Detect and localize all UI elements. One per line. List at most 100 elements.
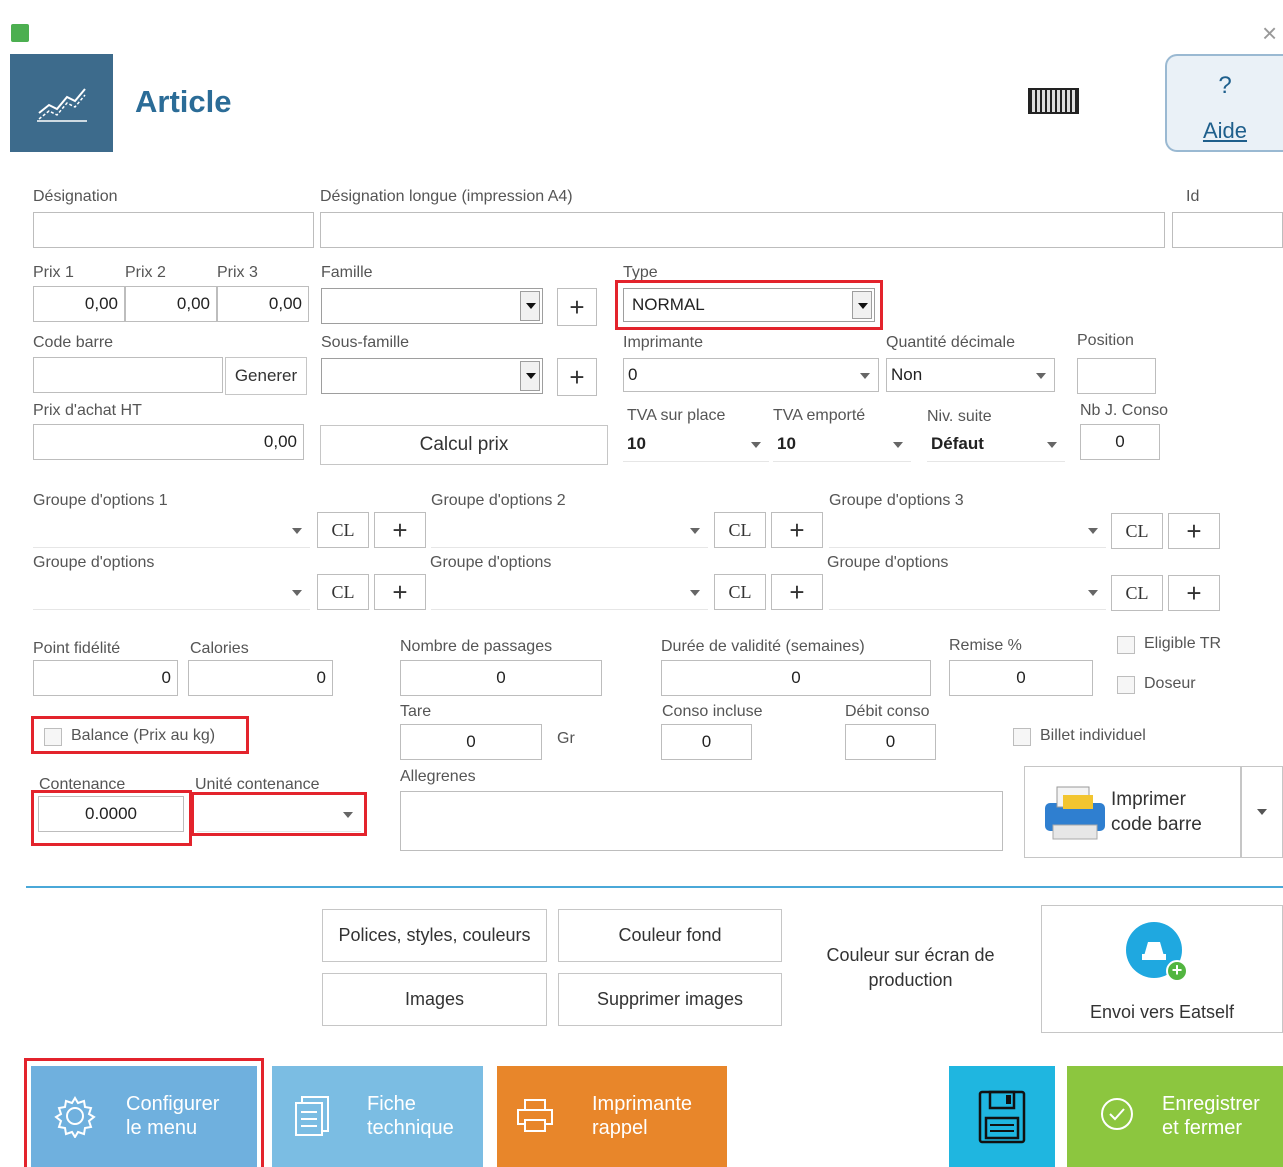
fiche-label-1: Fiche (367, 1093, 416, 1115)
groupe2-add-button[interactable]: + (771, 512, 823, 548)
supprimer-images-button[interactable]: Supprimer images (558, 973, 782, 1026)
help-icon: ? (1218, 72, 1232, 99)
envoi-eatself-button[interactable]: + Envoi vers Eatself (1041, 905, 1283, 1033)
prix3-label: Prix 3 (217, 264, 258, 281)
groupe4-select[interactable] (33, 576, 310, 610)
groupe3-select[interactable] (829, 514, 1106, 548)
couleur-fond-button[interactable]: Couleur fond (558, 909, 782, 962)
images-button[interactable]: Images (322, 973, 547, 1026)
fiche-technique-button[interactable]: Fiche technique (272, 1066, 483, 1167)
groupe5-add-button[interactable]: + (771, 574, 823, 610)
help-button[interactable]: ? Aide (1165, 54, 1283, 152)
close-icon[interactable]: × (1262, 18, 1277, 48)
groupe1-cl-button[interactable]: CL (317, 512, 369, 548)
remise-input[interactable]: 0 (949, 660, 1093, 696)
groupe6-add-button[interactable]: + (1168, 575, 1220, 611)
doseur-checkbox[interactable] (1117, 676, 1135, 694)
article-chart-icon (10, 54, 113, 152)
groupe4-add-button[interactable]: + (374, 574, 426, 610)
groupe3-cl-button[interactable]: CL (1111, 513, 1163, 549)
enregistrer-label-1: Enregistrer (1162, 1093, 1260, 1115)
tva-sur-place-select[interactable]: 10 (623, 428, 769, 462)
prix-achat-input[interactable]: 0,00 (33, 424, 304, 460)
groupe1-add-button[interactable]: + (374, 512, 426, 548)
chevron-down-icon (1047, 442, 1057, 448)
nb-j-conso-input[interactable]: 0 (1080, 424, 1160, 460)
imprimante-rappel-label-1: Imprimante (592, 1093, 693, 1115)
imprimer-code-barre-button[interactable]: Imprimer code barre (1024, 766, 1241, 858)
quantite-decimale-value: Non (891, 365, 923, 384)
polices-button[interactable]: Polices, styles, couleurs (322, 909, 547, 962)
chevron-down-icon (292, 590, 302, 596)
add-famille-button[interactable]: + (557, 288, 597, 326)
famille-select[interactable] (321, 288, 543, 324)
groupe5-select[interactable] (431, 576, 708, 610)
billet-individuel-checkbox[interactable] (1013, 728, 1031, 746)
allergenes-input[interactable] (400, 791, 1003, 851)
calories-input[interactable]: 0 (188, 660, 333, 696)
id-label: Id (1186, 188, 1200, 205)
id-input[interactable] (1172, 212, 1283, 248)
conso-incluse-input[interactable]: 0 (661, 724, 752, 760)
add-sous-famille-button[interactable]: + (557, 358, 597, 396)
groupe5-cl-button[interactable]: CL (714, 574, 766, 610)
groupe2-select[interactable] (431, 514, 708, 548)
tva-emporte-select[interactable]: 10 (773, 428, 911, 462)
prix2-input[interactable]: 0,00 (125, 286, 217, 322)
imprimer-code-barre-dropdown[interactable] (1241, 766, 1283, 858)
billet-individuel-label: Billet individuel (1040, 727, 1146, 744)
couleur-ecran-production-button[interactable]: Couleur sur écran de production (792, 908, 1029, 1028)
designation-input[interactable] (33, 212, 314, 248)
debit-conso-label: Débit conso (845, 703, 930, 720)
position-input[interactable] (1077, 358, 1156, 394)
save-button[interactable] (949, 1066, 1055, 1167)
code-barre-label: Code barre (33, 334, 114, 351)
keyboard-icon[interactable] (1028, 88, 1079, 114)
eligible-tr-checkbox[interactable] (1117, 636, 1135, 654)
nombre-passages-label: Nombre de passages (400, 638, 553, 655)
tare-input[interactable]: 0 (400, 724, 542, 760)
groupe2-cl-button[interactable]: CL (714, 512, 766, 548)
sous-famille-select[interactable] (321, 358, 543, 394)
groupe3-add-button[interactable]: + (1168, 513, 1220, 549)
prix1-input[interactable]: 0,00 (33, 286, 125, 322)
groupe2-label: Groupe d'options 2 (431, 492, 566, 509)
groupe3-label: Groupe d'options 3 (829, 492, 964, 509)
duree-validite-input[interactable]: 0 (661, 660, 931, 696)
groupe6-select[interactable] (829, 576, 1106, 610)
printer-icon (1045, 786, 1105, 840)
enregistrer-fermer-button[interactable]: Enregistrer et fermer (1067, 1066, 1283, 1167)
chevron-down-icon (520, 361, 540, 391)
groupe1-label: Groupe d'options 1 (33, 492, 168, 509)
generer-button[interactable]: Generer (225, 357, 307, 395)
gr-unit-label: Gr (557, 730, 575, 747)
envoi-eatself-label: Envoi vers Eatself (1089, 1002, 1235, 1022)
unite-contenance-highlight (191, 792, 367, 836)
tva-sur-place-label: TVA sur place (627, 407, 726, 424)
calories-label: Calories (190, 640, 249, 657)
couleur-ecran-label-1: Couleur sur écran de (826, 945, 995, 965)
code-barre-input[interactable] (33, 357, 223, 393)
point-fidelite-input[interactable]: 0 (33, 660, 178, 696)
groupe4-cl-button[interactable]: CL (317, 574, 369, 610)
tva-sur-place-value: 10 (627, 434, 646, 453)
calcul-prix-button[interactable]: Calcul prix (320, 425, 608, 465)
nombre-passages-input[interactable]: 0 (400, 660, 602, 696)
chevron-down-icon (690, 590, 700, 596)
groupe1-select[interactable] (33, 514, 310, 548)
remise-label: Remise % (949, 637, 1022, 654)
page-title: Article (135, 84, 232, 119)
designation-longue-input[interactable] (320, 212, 1165, 248)
debit-conso-input[interactable]: 0 (845, 724, 936, 760)
prix3-input[interactable]: 0,00 (217, 286, 309, 322)
help-label: Aide (1202, 118, 1248, 143)
document-icon (295, 1096, 329, 1136)
imprimante-select[interactable]: 0 (623, 358, 879, 392)
groupe6-cl-button[interactable]: CL (1111, 575, 1163, 611)
quantite-decimale-select[interactable]: Non (886, 358, 1055, 392)
imprimante-rappel-button[interactable]: Imprimante rappel (497, 1066, 727, 1167)
niv-suite-label: Niv. suite (927, 408, 992, 425)
fiche-label-2: technique (367, 1117, 454, 1139)
configurer-highlight (24, 1058, 264, 1167)
niv-suite-select[interactable]: Défaut (927, 428, 1065, 462)
